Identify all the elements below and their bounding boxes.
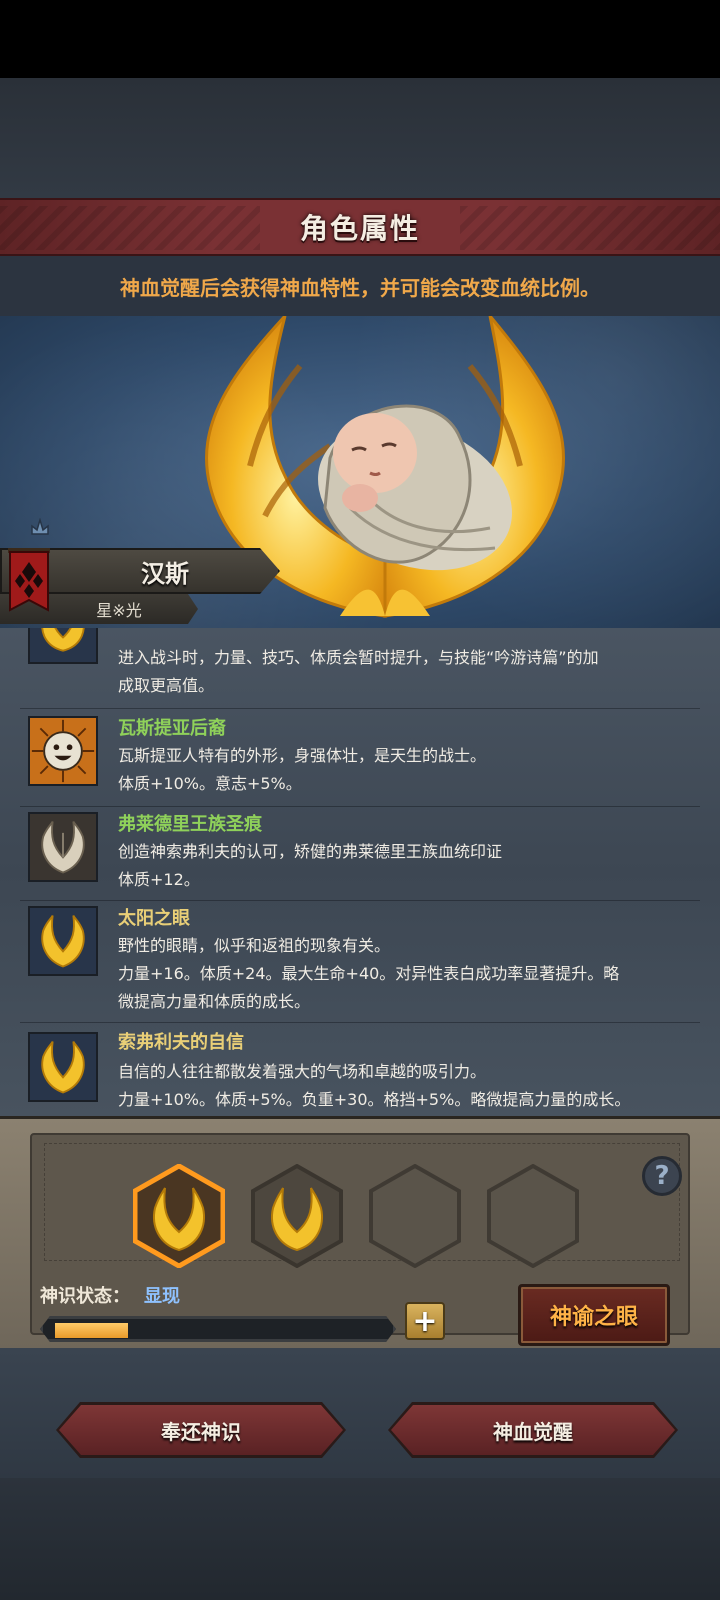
trait-description: 进入战斗时，力量、技巧、体质会暂时提升，与技能“吟游诗篇”的加 [118, 648, 599, 667]
divine-progress-bar [40, 1316, 396, 1342]
notice-bar: 神血觉醒后会获得神血特性，并可能会改变血统比例。 [0, 256, 720, 316]
divider [20, 708, 700, 709]
divine-status-label: 神识状态： [40, 1286, 130, 1307]
trait-description: 体质+10%。意志+5%。 [118, 774, 302, 793]
rank-crown-icon [31, 518, 49, 535]
page-title: 角色属性 [299, 212, 420, 245]
return-divine-button[interactable]: 奉还神识 [56, 1402, 346, 1458]
title-decoration-left [0, 206, 260, 250]
add-progress-button[interactable]: + [405, 1302, 445, 1340]
character-subtitle: 星※光 [96, 601, 142, 620]
bottom-background [0, 1478, 720, 1600]
status-bar-area [0, 0, 720, 78]
oracle-eye-button[interactable]: 神谕之眼 [518, 1284, 670, 1346]
divine-status-value: 显现 [144, 1286, 180, 1307]
divine-slot-active[interactable] [133, 1164, 225, 1268]
divider [20, 806, 700, 807]
blood-awaken-label: 神血觉醒 [493, 1419, 573, 1444]
divider [20, 1022, 700, 1023]
top-background [0, 78, 720, 198]
family-banner-icon [8, 548, 50, 612]
return-divine-label: 奉还神识 [161, 1419, 241, 1444]
title-decoration-right [460, 206, 720, 250]
trait-name: 瓦斯提亚后裔 [118, 718, 226, 739]
notice-text: 神血觉醒后会获得神血特性，并可能会改变血统比例。 [120, 275, 600, 300]
divine-slot-row [44, 1143, 680, 1268]
trait-description: 野性的眼睛，似乎和返祖的现象有关。 [118, 936, 391, 955]
trait-name: 太阳之眼 [118, 908, 190, 929]
trait-description: 创造神索弗利夫的认可，矫健的弗莱德里王族血统印证 [118, 842, 503, 861]
baby-character-icon [318, 404, 512, 571]
golden-wings-icon [28, 1032, 98, 1102]
divine-slot-filled[interactable] [251, 1164, 343, 1268]
oracle-eye-label: 神谕之眼 [549, 1305, 638, 1330]
trait-description: 自信的人往往都散发着强大的气场和卓越的吸引力。 [118, 1062, 487, 1081]
trait-description: 成取更高值。 [118, 676, 215, 695]
trait-list[interactable]: 进入战斗时，力量、技巧、体质会暂时提升，与技能“吟游诗篇”的加 成取更高值。 瓦… [0, 628, 720, 1116]
trait-description: 微提高力量和体质的成长。 [118, 992, 311, 1011]
golden-wings-trait-icon [28, 628, 98, 664]
blood-awaken-button[interactable]: 神血觉醒 [388, 1402, 678, 1458]
progress-fill [55, 1323, 128, 1338]
trait-name: 索弗利夫的自信 [118, 1032, 244, 1053]
divider [20, 900, 700, 901]
silver-wings-icon [28, 812, 98, 882]
help-button[interactable]: ? [642, 1156, 682, 1196]
divine-slot-empty[interactable] [369, 1164, 461, 1268]
trait-description: 瓦斯提亚人特有的外形，身强体壮，是天生的战士。 [118, 746, 487, 765]
trait-description: 力量+16。体质+24。最大生命+40。对异性表白成功率显著提升。略 [118, 964, 620, 983]
trait-description: 体质+12。 [118, 870, 200, 889]
smiley-face-icon [28, 716, 98, 786]
trait-name: 弗莱德里王族圣痕 [118, 814, 262, 835]
character-name: 汉斯 [141, 559, 189, 588]
divine-slot-empty[interactable] [487, 1164, 579, 1268]
trait-description: 力量+10%。体质+5%。负重+30。格挡+5%。略微提高力量的成长。 [118, 1090, 631, 1109]
golden-wings-icon [28, 906, 98, 976]
title-bar: 角色属性 [0, 198, 720, 256]
